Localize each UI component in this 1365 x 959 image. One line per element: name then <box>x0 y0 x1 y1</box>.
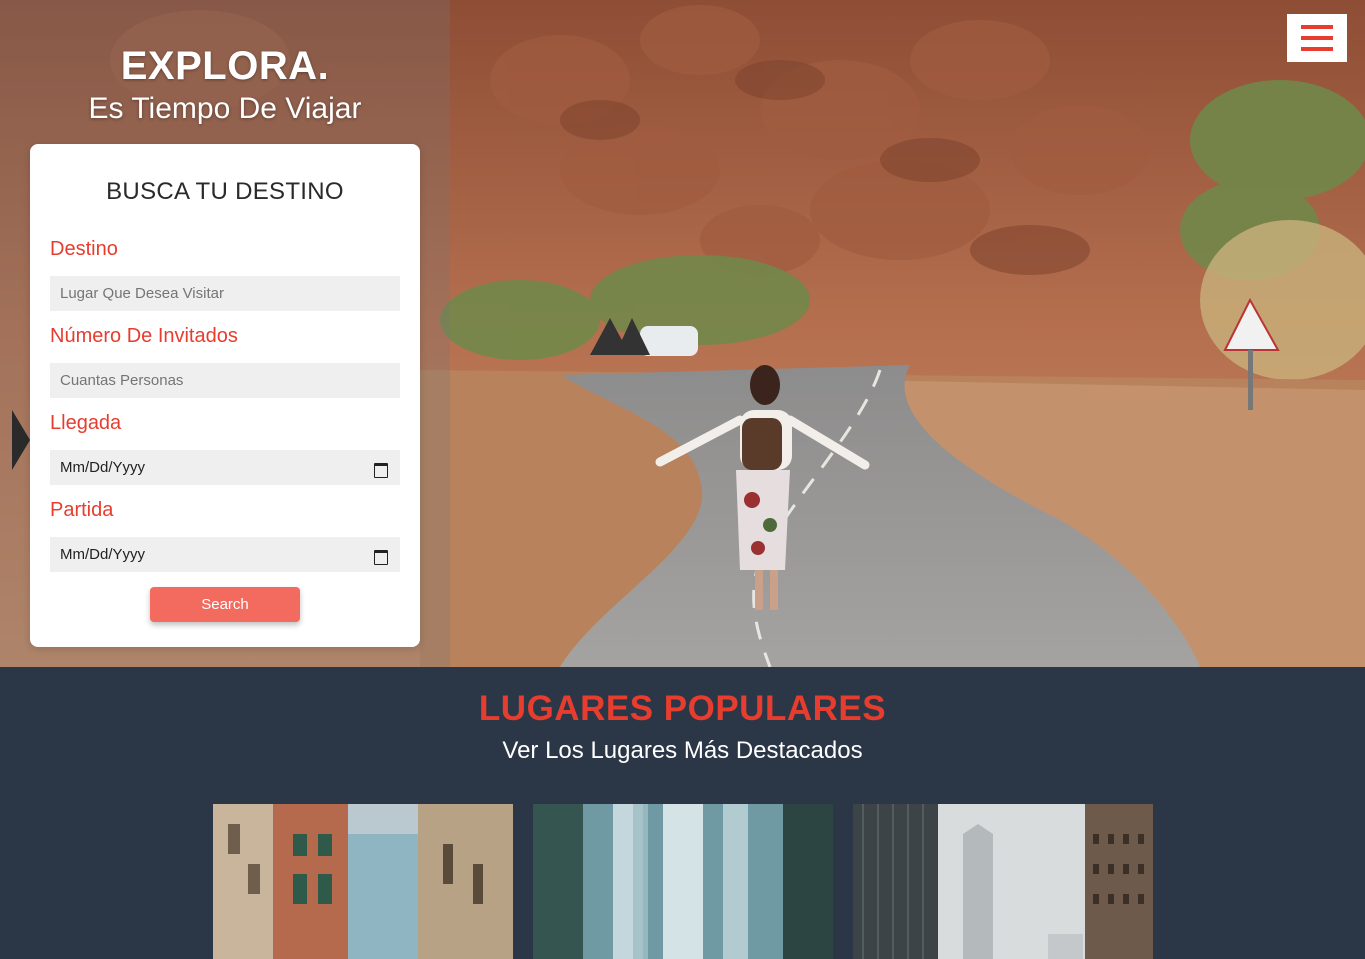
calendar-icon[interactable] <box>374 548 388 565</box>
guests-label: Número De Invitados <box>50 325 238 347</box>
brand-subtitle: Es Tiempo De Viajar <box>88 92 362 125</box>
popular-places-title: LUGARES POPULARES <box>478 689 887 728</box>
place-card-city[interactable] <box>853 804 1153 959</box>
search-form-card: BUSCA TU DESTINO Destino Número De Invit… <box>30 144 420 647</box>
hamburger-icon <box>1301 25 1333 29</box>
search-form-title: BUSCA TU DESTINO <box>106 178 344 205</box>
calendar-icon[interactable] <box>374 461 388 478</box>
destination-label: Destino <box>50 238 118 260</box>
departure-date-input[interactable]: Mm/Dd/Yyyy <box>50 537 400 572</box>
brand-title: EXPLORA. <box>120 44 330 88</box>
hamburger-menu-button[interactable] <box>1287 14 1347 62</box>
arrival-label: Llegada <box>50 412 122 434</box>
popular-places-subtitle: Ver Los Lugares Más Destacados <box>502 737 863 764</box>
arrival-date-value: Mm/Dd/Yyyy <box>60 459 146 476</box>
place-card-venice[interactable] <box>213 804 513 959</box>
place-card-waterfall[interactable] <box>533 804 833 959</box>
departure-label: Partida <box>50 499 114 521</box>
search-button[interactable]: Search <box>150 587 300 622</box>
guests-input[interactable] <box>50 363 400 398</box>
place-image-waterfall <box>533 804 833 959</box>
place-image-venice <box>213 804 513 959</box>
arrival-date-input[interactable]: Mm/Dd/Yyyy <box>50 450 400 485</box>
popular-places-section: LUGARES POPULARES Ver Los Lugares Más De… <box>0 667 1365 959</box>
hero-section: EXPLORA. Es Tiempo De Viajar BUSCA TU DE… <box>0 0 1365 667</box>
departure-date-value: Mm/Dd/Yyyy <box>60 546 146 563</box>
destination-input[interactable] <box>50 276 400 311</box>
place-image-city <box>853 804 1153 959</box>
